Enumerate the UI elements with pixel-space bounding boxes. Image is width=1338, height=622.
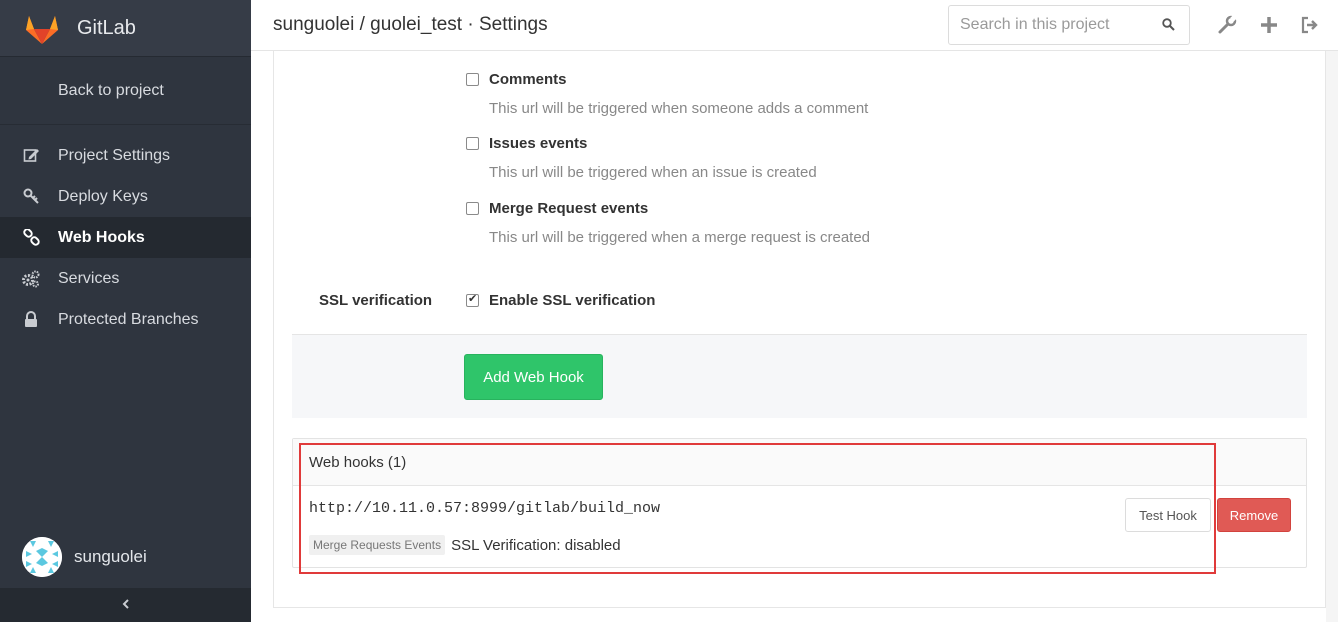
sign-out-icon[interactable] bbox=[1299, 14, 1321, 36]
merge-request-events-option[interactable]: Merge Request events bbox=[466, 200, 648, 217]
remove-hook-button[interactable]: Remove bbox=[1217, 498, 1291, 532]
help-text: This url will be triggered when a merge … bbox=[489, 229, 871, 246]
sidebar-item-label: Project Settings bbox=[58, 146, 171, 164]
add-web-hook-button[interactable]: Add Web Hook bbox=[464, 354, 603, 400]
sidebar-item-web-hooks[interactable]: Web Hooks bbox=[0, 217, 251, 258]
scrollbar[interactable] bbox=[1326, 51, 1338, 622]
issues-events-option[interactable]: Issues events bbox=[466, 135, 587, 152]
search-box[interactable] bbox=[948, 5, 1190, 45]
enable-ssl-checkbox[interactable] bbox=[466, 292, 479, 307]
web-hooks-panel: Web hooks (1) http://10.11.0.57:8999/git… bbox=[292, 438, 1307, 568]
top-header: sunguolei / guolei_test · Settings bbox=[251, 0, 1338, 51]
ssl-option[interactable]: Enable SSL verification bbox=[466, 292, 655, 309]
checkbox-label: Issues events bbox=[489, 135, 588, 152]
key-icon bbox=[22, 188, 40, 206]
test-hook-button[interactable]: Test Hook bbox=[1125, 498, 1211, 532]
sidebar-item-label: Protected Branches bbox=[58, 310, 199, 328]
edit-icon bbox=[22, 147, 40, 165]
web-hooks-title: Web hooks (1) bbox=[293, 439, 1306, 486]
help-text: This url will be triggered when an issue… bbox=[489, 164, 817, 181]
ssl-verification-label: SSL verification bbox=[319, 292, 433, 309]
hook-url: http://10.11.0.57:8999/gitlab/build_now bbox=[309, 500, 661, 517]
sidebar-item-protected-branches[interactable]: Protected Branches bbox=[0, 299, 251, 340]
cogs-icon bbox=[22, 270, 40, 288]
help-text: This url will be triggered when someone … bbox=[489, 100, 869, 117]
sidebar-item-project-settings[interactable]: Project Settings bbox=[0, 135, 251, 176]
sidebar-item-services[interactable]: Services bbox=[0, 258, 251, 299]
plus-icon[interactable] bbox=[1258, 14, 1280, 36]
sidebar: GitLab Back to project Project Settings … bbox=[0, 0, 251, 622]
link-icon bbox=[22, 229, 40, 247]
sidebar-item-label: Web Hooks bbox=[58, 228, 145, 246]
sidebar-nav: Project Settings Deploy Keys Web Hooks S… bbox=[0, 125, 251, 340]
sidebar-item-deploy-keys[interactable]: Deploy Keys bbox=[0, 176, 251, 217]
issues-events-checkbox[interactable] bbox=[466, 137, 479, 150]
gitlab-logo-icon bbox=[26, 16, 58, 44]
chevron-left-icon bbox=[122, 596, 130, 614]
checkbox-label: Enable SSL verification bbox=[489, 292, 656, 309]
form-actions: Add Web Hook bbox=[292, 334, 1307, 418]
brand[interactable]: GitLab bbox=[0, 0, 251, 57]
checkbox-label: Comments bbox=[489, 71, 567, 88]
brand-name: GitLab bbox=[77, 16, 136, 39]
hook-meta: Merge Requests Events SSL Verification: … bbox=[309, 535, 621, 555]
comments-option[interactable]: Comments bbox=[466, 71, 567, 88]
back-to-project-link[interactable]: Back to project bbox=[0, 57, 251, 125]
search-input[interactable] bbox=[949, 6, 1149, 44]
avatar bbox=[22, 537, 62, 577]
collapse-sidebar-button[interactable] bbox=[0, 588, 251, 622]
merge-request-events-checkbox[interactable] bbox=[466, 202, 479, 215]
search-icon[interactable] bbox=[1162, 18, 1175, 36]
page-title: sunguolei / guolei_test · Settings bbox=[273, 14, 548, 35]
username: sunguolei bbox=[74, 547, 147, 566]
sidebar-item-label: Services bbox=[58, 269, 120, 287]
ssl-status: SSL Verification: disabled bbox=[451, 536, 621, 554]
event-tag: Merge Requests Events bbox=[309, 535, 446, 555]
comments-checkbox[interactable] bbox=[466, 73, 479, 86]
wrench-icon[interactable] bbox=[1216, 14, 1238, 36]
checkbox-label: Merge Request events bbox=[489, 200, 649, 217]
lock-icon bbox=[22, 311, 40, 329]
sidebar-item-label: Deploy Keys bbox=[58, 187, 148, 205]
user-profile[interactable]: sunguolei bbox=[0, 535, 251, 579]
